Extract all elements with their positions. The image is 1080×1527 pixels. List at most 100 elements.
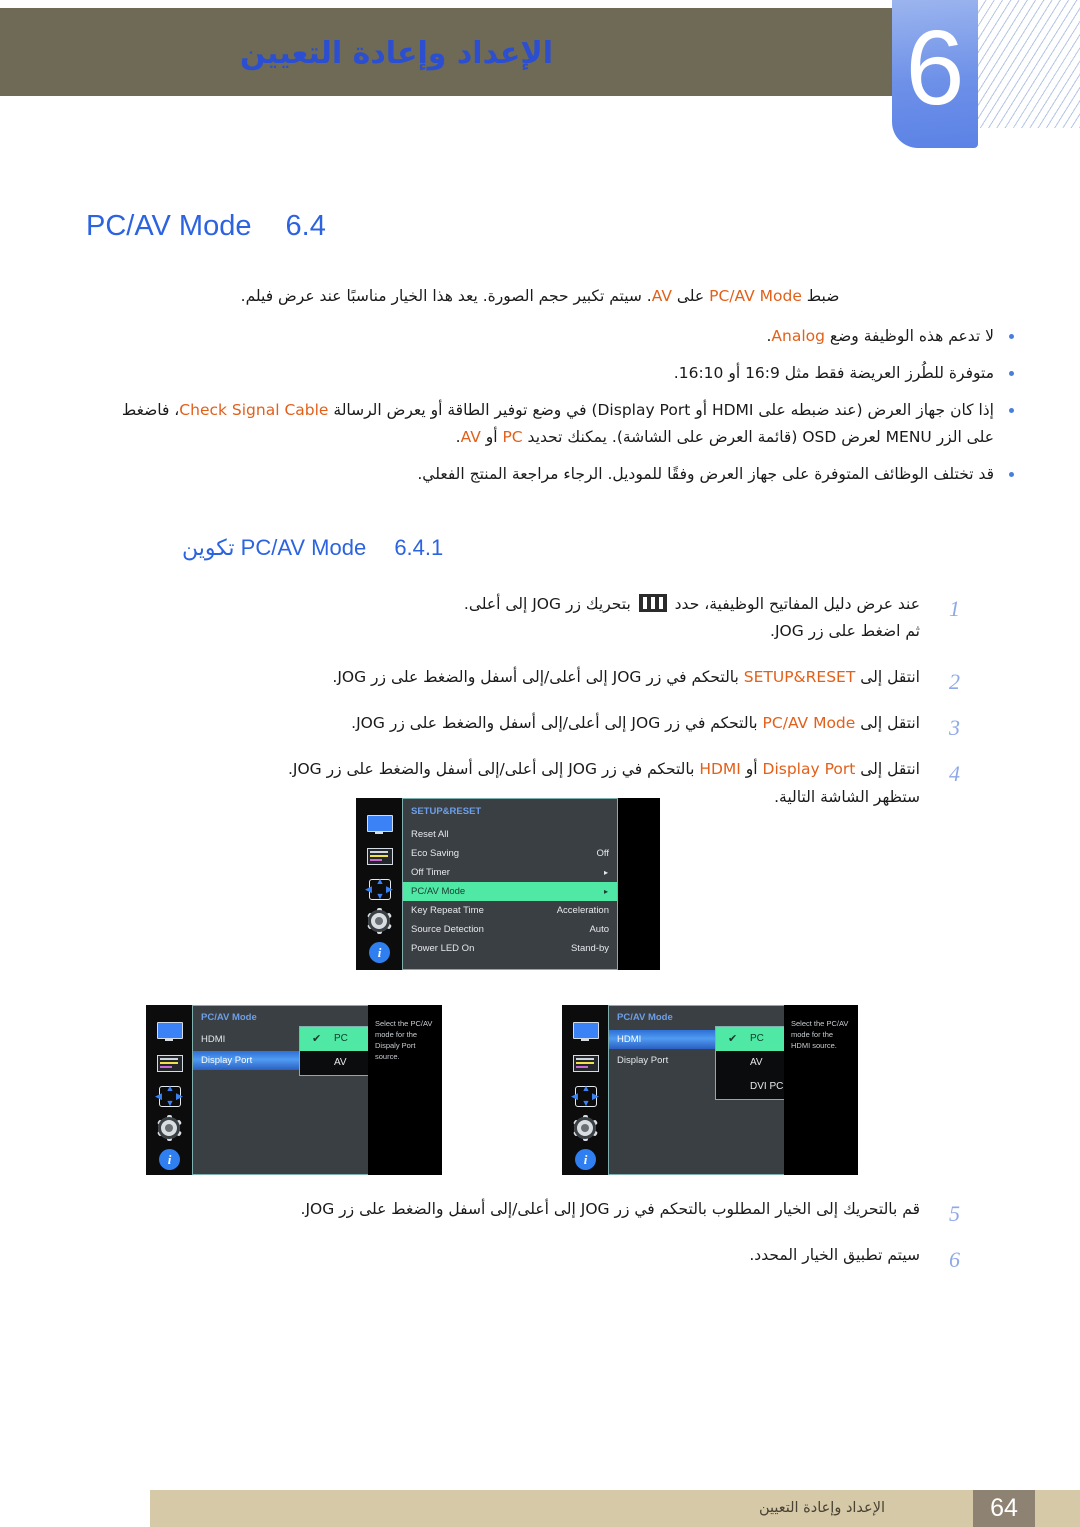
osd-row-label: Key Repeat Time [411,905,484,916]
step-number: 1 [949,595,960,621]
note-item: قد تختلف الوظائف المتوفرة على جهاز العرض… [120,461,1020,488]
osd-row-key-repeat-time[interactable]: Key Repeat Time Acceleration [403,901,617,920]
osd-screenshot-setup-reset: ▲ ▼ ◀ ▶ i SETUP&RESET Reset All Eco Saving … [356,798,660,970]
chevron-right-icon: ▸ [603,868,608,877]
osd-row-value: Acceleration [556,905,609,916]
move-arrows-icon[interactable]: ▲ ▼ ◀ ▶ [364,876,394,902]
gear-icon[interactable] [154,1115,184,1141]
osd-icon-rail: ▲ ▼ ◀ ▶ i [146,1005,193,1175]
color-list-icon[interactable] [570,1051,600,1077]
osd-row-off-timer[interactable]: Off Timer ▸ [403,863,617,882]
step-number: 6 [949,1246,960,1272]
step-text-line2: ستظهر الشاشة التالية. [774,787,920,806]
page-footer: الإعداد وإعادة التعيين 64 [150,1490,1080,1527]
osd-submenu-label: AV [334,1057,347,1068]
section-heading-title: PC/AV Mode [86,210,252,242]
osd-submenu-label: PC [334,1033,348,1044]
monitor-icon[interactable] [570,1019,600,1045]
steps-list-continued: 5 قم بالتحريك إلى الخيار المطلوب بالتحكم… [120,1196,960,1272]
step-number: 5 [949,1201,960,1226]
info-icon[interactable]: i [154,1147,184,1173]
osd-menu-title: PC/AV Mode [617,1012,673,1023]
subsection-heading-number: 6.4.1 [394,534,444,560]
osd-menu-title: SETUP&RESET [411,806,482,817]
gear-icon[interactable] [570,1115,600,1141]
page-content: PC/AV Mode 6.4 ضبط PC/AV Mode على AV. سي… [0,150,1080,812]
subsection-heading: PC/AV Mode تكوين 6.4.1 [0,535,988,561]
osd-hint-text: Select the PC/AV mode for the Dispaly Po… [368,1005,442,1175]
color-list-icon[interactable] [154,1051,184,1077]
osd-row-label: HDMI [201,1034,226,1045]
osd-icon-rail: ▲ ▼ ◀ ▶ i [562,1005,609,1175]
osd-row-label: PC/AV Mode [411,886,466,897]
osd-row-reset-all[interactable]: Reset All [403,825,617,844]
chapter-title: الإعداد وإعادة التعيين [240,36,554,71]
osd-row-label: Off Timer [411,867,450,878]
step-text-part-a: عند عرض دليل المفاتيح الوظيفية، حدد [674,594,920,613]
osd-row-label: Reset All [411,829,449,840]
osd-row-power-led-on[interactable]: Power LED On Stand-by [403,939,617,958]
osd-submenu-label: AV [750,1057,763,1068]
subsection-heading-title: PC/AV Mode تكوين [182,535,366,561]
osd-row-label: Display Port [617,1055,669,1066]
footer-chapter-text: الإعداد وإعادة التعيين [758,1500,885,1516]
osd-submenu-label: PC [750,1033,764,1044]
section-heading: PC/AV Mode 6.4 [0,210,988,243]
osd-menu-title: PC/AV Mode [201,1012,257,1023]
osd-screenshot-display-port: ▲ ▼ ◀ ▶ i PC/AV Mode HDMI Display Port ✔ PC… [146,1005,442,1175]
note-item: لا تدعم هذه الوظيفة وضع Analog. [120,323,1020,350]
osd-row-value: Auto [589,924,609,935]
osd-row-eco-saving[interactable]: Eco Saving Off [403,844,617,863]
osd-window: ▲ ▼ ◀ ▶ i SETUP&RESET Reset All Eco Saving … [356,798,660,970]
step-item: 3 انتقل إلى PC/AV Mode بالتحكم في زر JOG… [120,710,960,740]
check-icon: ✔ [728,1033,738,1045]
step-item: 1 عند عرض دليل المفاتيح الوظيفية، حدد بت… [120,591,960,647]
note-item: إذا كان جهاز العرض (عند ضبطه على HDMI أو… [120,397,1020,451]
osd-row-value: Off [596,848,610,859]
step-number: 2 [949,669,960,695]
osd-row-pc-av-mode[interactable]: PC/AV Mode ▸ [403,882,617,901]
osd-screenshot-hdmi: ▲ ▼ ◀ ▶ i PC/AV Mode HDMI Display Port ✔ PC… [562,1005,858,1175]
step-item: 6 سيتم تطبيق الخيار المحدد. [120,1242,960,1272]
check-icon: ✔ [312,1033,322,1045]
osd-row-label: Source Detection [411,924,484,935]
step-text-part-b: بتحريك زر JOG إلى أعلى. [463,594,631,613]
move-arrows-icon[interactable]: ▲ ▼ ◀ ▶ [570,1083,600,1109]
color-list-icon[interactable] [364,844,394,870]
chapter-number: 6 [905,9,965,127]
section-intro: ضبط PC/AV Mode على AV. سيتم تكبير حجم ال… [240,287,840,305]
step-text: سيتم تطبيق الخيار المحدد. [749,1245,920,1264]
osd-row-label: HDMI [617,1034,642,1045]
subsection-heading-title-en: PC/AV Mode [240,534,367,560]
monitor-icon[interactable] [364,812,394,838]
page-number: 64 [973,1490,1035,1527]
osd-row-value: Stand-by [570,943,609,954]
header-hatch-decoration [978,0,1080,128]
osd-hint-text: Select the PC/AV mode for the HDMI sourc… [784,1005,858,1175]
info-icon[interactable]: i [570,1147,600,1173]
step-text-line2: ثم اضغط على زر JOG. [770,622,920,641]
chevron-right-icon: ▸ [603,887,608,896]
osd-icon-rail: ▲ ▼ ◀ ▶ i [356,798,403,970]
osd-screenshot-row: ▲ ▼ ◀ ▶ i PC/AV Mode HDMI Display Port ✔ PC… [0,1005,1080,1175]
step-number: 4 [949,761,960,787]
monitor-icon[interactable] [154,1019,184,1045]
section-heading-number: 6.4 [285,210,326,242]
note-item: متوفرة للطُرز العريضة فقط مثل 16:9 أو 16… [120,360,1020,387]
osd-row-label: Power LED On [411,943,475,954]
osd-row-source-detection[interactable]: Source Detection Auto [403,920,617,939]
osd-submenu-label: DVI PC [750,1081,784,1092]
step-number: 3 [949,715,960,741]
step-item: 2 انتقل إلى SETUP&RESET بالتحكم في زر JO… [120,664,960,694]
subsection-heading-title-ar: تكوين [182,534,235,560]
gear-icon[interactable] [364,908,394,934]
osd-menu-panel: SETUP&RESET Reset All Eco Saving Off Off… [402,798,618,970]
osd-row-label: Display Port [201,1055,253,1066]
osd-menu-glyph-icon [638,593,667,612]
step-item: 5 قم بالتحريك إلى الخيار المطلوب بالتحكم… [120,1196,960,1226]
info-icon[interactable]: i [364,940,394,966]
osd-row-label: Eco Saving [411,848,460,859]
notes-list: لا تدعم هذه الوظيفة وضع Analog. متوفرة ل… [120,323,1020,489]
steps-list: 1 عند عرض دليل المفاتيح الوظيفية، حدد بت… [120,591,960,812]
move-arrows-icon[interactable]: ▲ ▼ ◀ ▶ [154,1083,184,1109]
